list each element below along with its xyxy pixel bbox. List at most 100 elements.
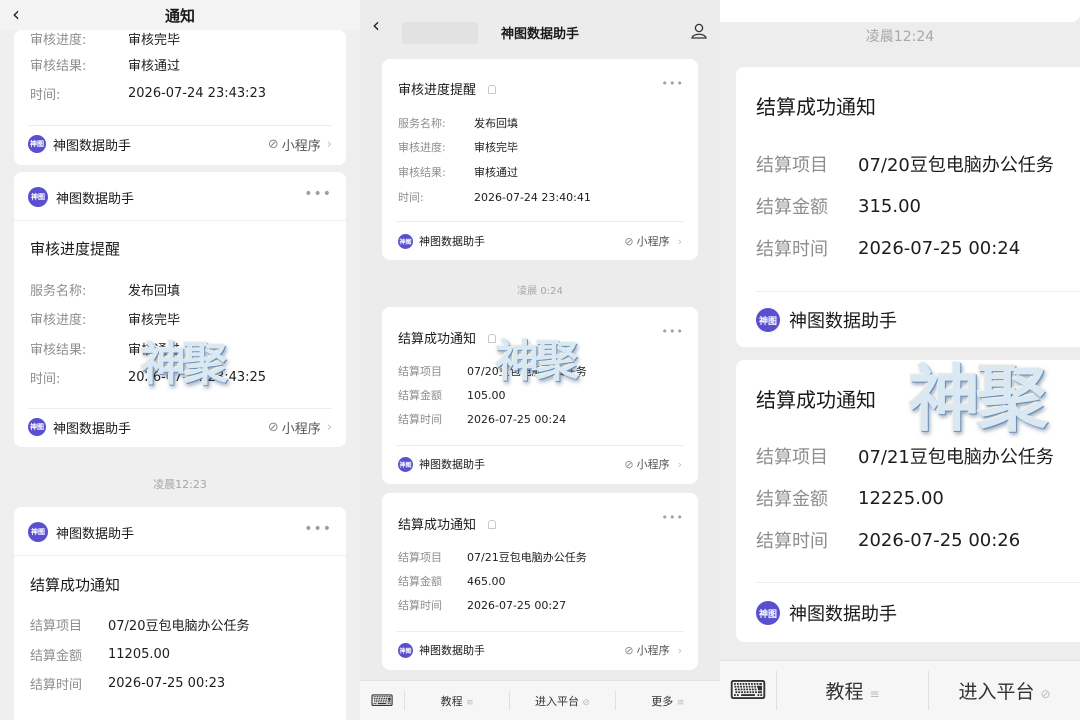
page-title: 神图数据助手 bbox=[500, 26, 579, 42]
info-row: 结算时间 2026-07-25 00:24 bbox=[756, 237, 1021, 261]
info-row: 审核结果: 审核通过 bbox=[30, 342, 181, 358]
chevron-right-icon: › bbox=[677, 457, 682, 471]
settlement-card[interactable]: 结算成功通知 结算项目 07/20豆包电脑办公任务 结算金额 315.00 结算… bbox=[736, 67, 1080, 347]
card-footer[interactable]: 神图 神图数据助手 ⊘ 小程序 › bbox=[382, 455, 698, 473]
more-options-icon[interactable]: ••• bbox=[304, 186, 332, 202]
sender-name: 神图数据助手 bbox=[56, 526, 135, 542]
back-arrow-icon[interactable]: ‹ bbox=[12, 2, 20, 26]
divider bbox=[756, 582, 1080, 583]
info-row: 审核进度: 审核完毕 bbox=[30, 32, 181, 48]
sender-logo-icon: 神图 bbox=[28, 187, 48, 207]
sender-name: 神图数据助手 bbox=[56, 191, 135, 207]
info-row: 结算金额 105.00 bbox=[398, 388, 506, 403]
keyboard-icon[interactable]: ⌨ bbox=[720, 676, 776, 706]
more-options-icon[interactable]: ••• bbox=[304, 521, 332, 537]
menu-enter-platform[interactable]: 进入平台 ⊘ bbox=[929, 677, 1080, 704]
info-row: 审核结果: 审核通过 bbox=[30, 58, 181, 74]
info-row: 结算项目 07/20豆包电脑办公任务 bbox=[756, 155, 1054, 176]
card-title: 审核进度提醒 bbox=[30, 240, 121, 258]
card-title: 结算成功通知 bbox=[30, 576, 121, 594]
info-row: 服务名称: 发布回填 bbox=[30, 283, 181, 299]
card-title: 审核进度提醒 bbox=[398, 79, 497, 98]
sender-logo-icon: 神图 bbox=[28, 522, 48, 542]
review-progress-card[interactable]: 审核进度提醒 ••• 服务名称: 发布回填 审核进度: 审核完毕 审核结果: 审… bbox=[382, 59, 698, 260]
more-options-icon[interactable]: ••• bbox=[662, 511, 684, 524]
info-row: 结算时间 2026-07-25 00:23 bbox=[30, 675, 226, 693]
sender-logo-icon: 神图 bbox=[398, 642, 413, 658]
review-card-partial[interactable]: 审核进度: 审核完毕 审核结果: 审核通过 时间: 2026-07-24 23:… bbox=[14, 30, 346, 165]
info-row: 结算项目 07/21豆包电脑办公任务 bbox=[756, 447, 1054, 468]
card-footer[interactable]: 神图 神图数据助手 ⊘ 小程序 › bbox=[14, 417, 346, 437]
info-row: 审核进度: 审核完毕 bbox=[30, 312, 181, 328]
message-timestamp: 凌晨12:23 bbox=[153, 478, 207, 491]
settlement-card[interactable]: 结算成功通知 结算项目 07/21豆包电脑办公任务 结算金额 12225.00 … bbox=[736, 360, 1080, 642]
mute-bell-icon bbox=[488, 334, 497, 343]
mini-program-link[interactable]: ⊘ 小程序 › bbox=[624, 233, 682, 249]
sender-name: 神图数据助手 bbox=[53, 421, 132, 437]
profile-icon[interactable] bbox=[690, 22, 708, 40]
page-title: 通知 bbox=[164, 6, 195, 25]
info-row: 结算项目 07/21豆包电脑办公任务 bbox=[398, 551, 587, 564]
sender-logo-icon: 神图 bbox=[756, 601, 780, 625]
right-chat-panel: 凌晨12:24 结算成功通知 结算项目 07/20豆包电脑办公任务 结算金额 3… bbox=[720, 0, 1080, 720]
card-footer[interactable]: 神图 神图数据助手 ⊘ 小程序 › bbox=[382, 232, 698, 250]
sender-name: 神图数据助手 bbox=[789, 604, 897, 625]
card-footer[interactable]: 神图 神图数据助手 ⊘ 小程序 › bbox=[14, 134, 346, 154]
info-row: 结算项目 07/20豆包电脑办公任务 bbox=[398, 365, 587, 378]
mute-bell-icon bbox=[488, 85, 497, 94]
mini-program-link[interactable]: ⊘ 小程序 › bbox=[624, 642, 682, 658]
mini-program-link[interactable]: ⊘ 小程序 › bbox=[268, 418, 332, 437]
sender-name: 神图数据助手 bbox=[789, 311, 897, 332]
info-row: 结算金额 465.00 bbox=[398, 574, 506, 589]
back-arrow-icon[interactable]: ‹ bbox=[372, 13, 380, 37]
divider bbox=[756, 291, 1080, 292]
more-options-icon[interactable]: ••• bbox=[662, 77, 684, 90]
info-row: 结算时间 2026-07-25 00:27 bbox=[398, 598, 567, 613]
info-row: 结算项目 07/20豆包电脑办公任务 bbox=[30, 618, 250, 634]
info-row: 时间: 2026-07-24 23:40:41 bbox=[398, 190, 591, 205]
menu-more[interactable]: 更多 ≡ bbox=[616, 693, 720, 709]
menu-enter-platform[interactable]: 进入平台 ⊘ bbox=[510, 693, 614, 709]
sender-name: 神图数据助手 bbox=[53, 138, 132, 154]
card-footer[interactable]: 神图 神图数据助手 bbox=[736, 307, 1080, 333]
divider bbox=[396, 221, 684, 222]
card-footer[interactable]: 神图 神图数据助手 bbox=[736, 600, 1080, 626]
more-options-icon[interactable]: ••• bbox=[662, 325, 684, 338]
mini-program-link[interactable]: ⊘ 小程序 › bbox=[268, 135, 332, 154]
chevron-right-icon: › bbox=[326, 419, 332, 435]
info-row: 审核结果: 审核通过 bbox=[398, 166, 518, 179]
previous-card-edge bbox=[720, 0, 1080, 22]
sender-name: 神图数据助手 bbox=[419, 644, 485, 657]
link-icon: ⊘ bbox=[624, 457, 634, 471]
middle-header: ‹ 神图数据助手 bbox=[360, 0, 720, 50]
info-row: 结算金额 315.00 bbox=[756, 195, 921, 219]
divider bbox=[28, 125, 332, 126]
menu-tutorial[interactable]: 教程 ≡ bbox=[405, 693, 509, 709]
sender-logo-icon: 神图 bbox=[398, 456, 413, 472]
sender-logo-icon: 神图 bbox=[28, 135, 46, 153]
info-row: 结算时间 2026-07-25 00:26 bbox=[756, 529, 1021, 553]
left-header: ‹ 通知 bbox=[0, 0, 360, 30]
divider bbox=[14, 555, 346, 556]
card-title: 结算成功通知 bbox=[398, 514, 497, 533]
sender-name: 神图数据助手 bbox=[419, 235, 485, 248]
divider bbox=[28, 408, 332, 409]
settlement-card[interactable]: 结算成功通知 ••• 结算项目 07/21豆包电脑办公任务 结算金额 465.0… bbox=[382, 493, 698, 670]
info-row: 时间: 2026-07-24 23:43:23 bbox=[30, 85, 267, 103]
mini-program-link[interactable]: ⊘ 小程序 › bbox=[624, 456, 682, 472]
info-row: 结算时间 2026-07-25 00:24 bbox=[398, 412, 567, 427]
mute-bell-icon bbox=[488, 520, 497, 529]
divider bbox=[396, 631, 684, 632]
sender-logo-icon: 神图 bbox=[398, 233, 413, 249]
card-footer[interactable]: 神图 神图数据助手 ⊘ 小程序 › bbox=[382, 641, 698, 659]
settlement-card[interactable]: 神图 神图数据助手 ••• 结算成功通知 结算项目 07/20豆包电脑办公任务 … bbox=[14, 507, 346, 720]
keyboard-icon[interactable]: ⌨ bbox=[360, 691, 404, 710]
link-icon: ⊘ bbox=[267, 419, 279, 435]
settlement-card[interactable]: 结算成功通知 ••• 结算项目 07/20豆包电脑办公任务 结算金额 105.0… bbox=[382, 307, 698, 484]
link-icon: ⊘ bbox=[624, 643, 634, 657]
message-timestamp: 凌晨 0:24 bbox=[517, 286, 563, 297]
bottom-menu-bar: ⌨ 教程 ≡ 进入平台 ⊘ 更多 ≡ bbox=[360, 680, 720, 720]
review-progress-card[interactable]: 神图 神图数据助手 ••• 审核进度提醒 服务名称: 发布回填 审核进度: 审核… bbox=[14, 172, 346, 447]
card-title: 结算成功通知 bbox=[756, 388, 876, 412]
menu-tutorial[interactable]: 教程 ≡ bbox=[777, 677, 928, 704]
